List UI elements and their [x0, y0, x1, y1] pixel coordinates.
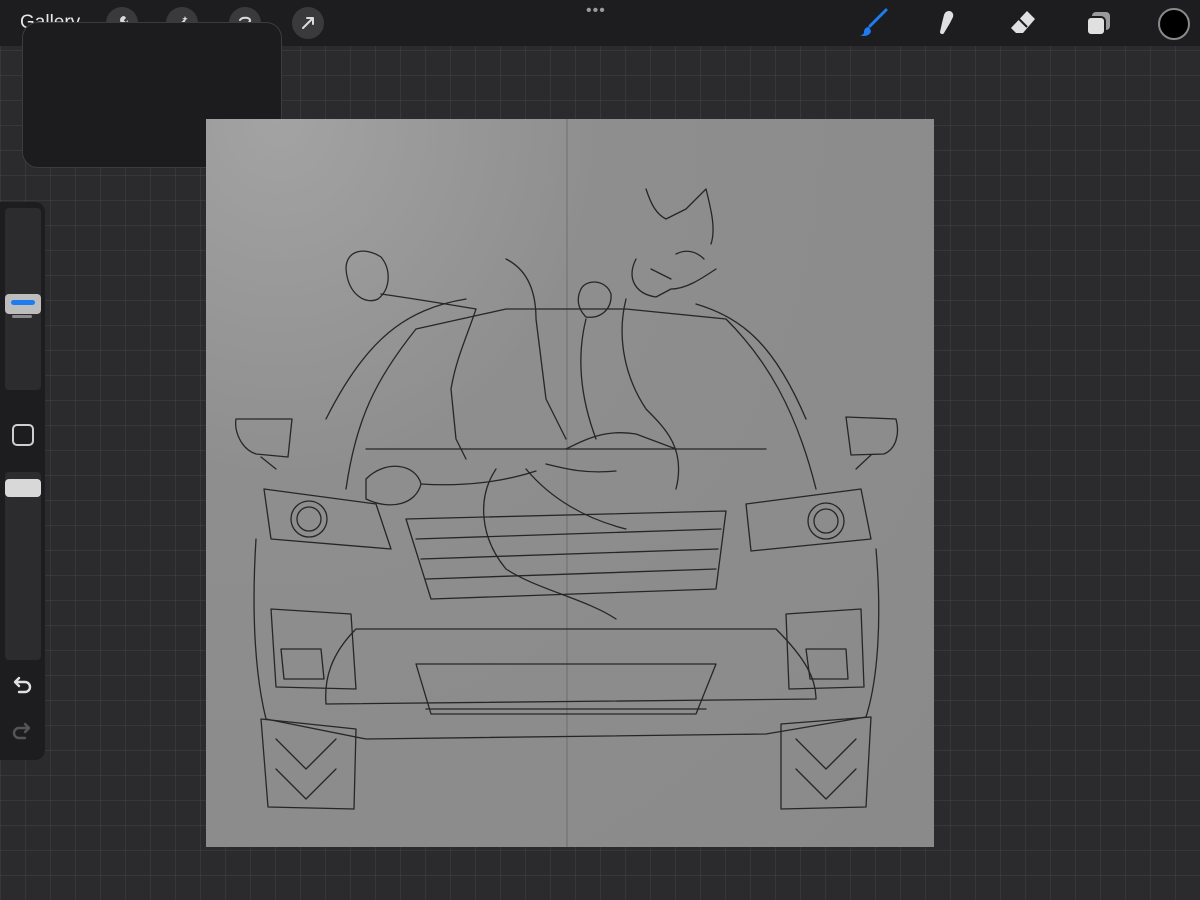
- left-sidebar: [0, 202, 45, 760]
- layers-icon[interactable]: [1082, 6, 1116, 40]
- more-menu-icon[interactable]: •••: [586, 2, 606, 20]
- smudge-icon[interactable]: [930, 6, 964, 40]
- drawing-canvas[interactable]: [206, 119, 934, 847]
- opacity-thumb[interactable]: [5, 479, 41, 497]
- redo-icon: [10, 722, 34, 750]
- slider-shadow: [12, 315, 32, 318]
- brush-size-thumb[interactable]: [5, 294, 41, 314]
- modify-button[interactable]: [12, 424, 34, 446]
- color-picker-button[interactable]: [1158, 8, 1190, 40]
- undo-icon[interactable]: [10, 676, 34, 704]
- eraser-icon[interactable]: [1006, 6, 1040, 40]
- brush-icon[interactable]: [856, 6, 890, 40]
- opacity-slider[interactable]: [5, 472, 41, 660]
- sketch-artwork: [235, 119, 899, 847]
- arrow-icon[interactable]: [292, 7, 324, 39]
